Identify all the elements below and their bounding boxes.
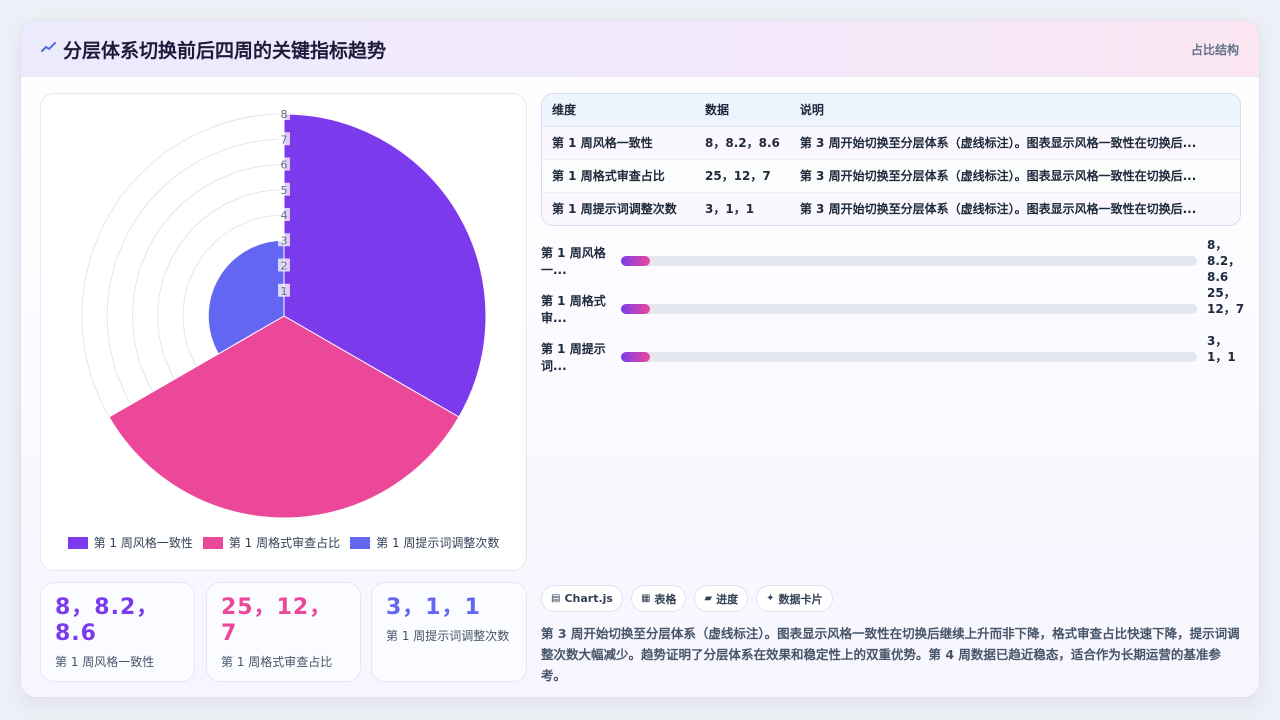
kpi-value: 3，1，1 — [386, 595, 481, 620]
chartjs-pill[interactable]: ▤ Chart.js — [541, 585, 623, 612]
tick-label: 7 — [281, 133, 288, 146]
summary-text: 第 3 周开始切换至分层体系（虚线标注）。图表显示风格一致性在切换后继续上升而非… — [541, 626, 1240, 683]
progress-fill — [621, 304, 650, 314]
progress-label: 第 1 周格式审... — [541, 294, 606, 325]
progress-track — [621, 352, 1197, 362]
table-row[interactable]: 第 1 周格式审查占比 25，12，7 第 3 周开始切换至分层体系（虚线标注）… — [542, 159, 1240, 193]
sparkle-icon: ✦ — [766, 593, 775, 604]
pill-label: 数据卡片 — [778, 592, 823, 606]
pill-label: 表格 — [654, 592, 677, 606]
polar-chart-panel: 1 2 3 4 5 6 7 8 第 1 周风格一致性 第 1 周格式审查占比 第 1 周提示词… — [40, 93, 527, 571]
pill-label: 进度 — [716, 592, 739, 606]
legend-swatch — [350, 536, 371, 549]
kpi-label: 第 1 周提示词调整次数 — [386, 629, 510, 643]
legend-label: 第 1 周风格一致性 — [93, 536, 193, 550]
kpi-card: 25，12，7 第 1 周格式审查占比 — [206, 582, 361, 682]
table-header-row: 维度 数据 说明 — [542, 94, 1240, 127]
table-cell: 8，8.2，8.6 — [695, 126, 790, 160]
polar-area-chart: 1 2 3 4 5 6 7 8 — [81, 107, 487, 519]
kpi-label: 第 1 周格式审查占比 — [221, 655, 333, 669]
kpi-card: 3，1，1 第 1 周提示词调整次数 — [371, 582, 527, 682]
chart-icon: ▤ — [551, 593, 561, 604]
table-icon: ▦ — [640, 593, 651, 604]
table-cell: 第 1 周风格一致性 — [542, 126, 695, 160]
view-pills: ▤ Chart.js ▦ 表格 ▰ 进度 ✦ 数据卡片 — [541, 585, 833, 612]
kpi-value: 25，12，7 — [221, 595, 333, 646]
progress-icon: ▰ — [704, 593, 713, 604]
progress-list: 第 1 周风格一... 8，8.2，8.6 第 1 周格式审... 25，12，… — [541, 238, 1244, 387]
legend-item[interactable]: 第 1 周格式审查占比 — [202, 534, 341, 551]
progress-track — [621, 304, 1197, 314]
table-cell: 25，12，7 — [695, 159, 790, 193]
legend-swatch — [67, 536, 88, 549]
structure-tag[interactable]: 占比结构 — [1191, 41, 1239, 58]
progress-label: 第 1 周风格一... — [541, 246, 606, 277]
column-header: 数据 — [695, 94, 790, 127]
pill-label: Chart.js — [564, 592, 613, 605]
progress-fill — [621, 352, 650, 362]
tick-label: 3 — [281, 234, 288, 247]
kpi-card: 8，8.2，8.6 第 1 周风格一致性 — [40, 582, 195, 682]
column-header: 说明 — [789, 94, 1240, 127]
table-cell: 第 3 周开始切换至分层体系（虚线标注）。图表显示风格一致性在切换后... — [799, 202, 1197, 217]
kpi-label: 第 1 周风格一致性 — [55, 655, 155, 669]
tick-label: 4 — [281, 209, 288, 222]
dashboard-card: 分层体系切换前后四周的关键指标趋势 占比结构 1 2 3 4 5 6 7 8 第 1 周风格一… — [20, 20, 1260, 698]
legend-swatch — [202, 536, 223, 549]
table-pill[interactable]: ▦ 表格 — [630, 585, 687, 612]
page-title: 分层体系切换前后四周的关键指标趋势 — [63, 40, 387, 62]
progress-value: 3，1，1 — [1207, 334, 1236, 364]
legend-item[interactable]: 第 1 周风格一致性 — [67, 534, 193, 551]
table-cell: 第 3 周开始切换至分层体系（虚线标注）。图表显示风格一致性在切换后... — [789, 159, 1240, 193]
legend-label: 第 1 周格式审查占比 — [228, 536, 341, 550]
progress-fill — [621, 256, 650, 266]
chart-spark-icon — [41, 42, 56, 52]
legend-label: 第 1 周提示词调整次数 — [376, 536, 500, 550]
table-cell: 3，1，1 — [705, 202, 755, 217]
data-table: 维度 数据 说明 第 1 周风格一致性 8，8.2，8.6 第 3 周开始切换至… — [541, 93, 1241, 226]
tick-label: 6 — [281, 159, 288, 172]
table-cell: 第 1 周格式审查占比 — [542, 159, 695, 193]
progress-track — [621, 256, 1197, 266]
table-row[interactable]: 第 1 周风格一致性 8，8.2，8.6 第 3 周开始切换至分层体系（虚线标注… — [542, 126, 1240, 160]
progress-row: 第 1 周格式审... 25，12，7 — [541, 286, 1244, 339]
table-row[interactable]: 第 1 周提示词调整次数 3，1，1 第 3 周开始切换至分层体系（虚线标注）。… — [542, 192, 1240, 225]
progress-pill[interactable]: ▰ 进度 — [694, 585, 749, 612]
progress-value: 25，12，7 — [1207, 286, 1245, 316]
progress-row: 第 1 周风格一... 8，8.2，8.6 — [541, 238, 1241, 291]
chart-legend: 第 1 周风格一致性 第 1 周格式审查占比 第 1 周提示词调整次数 — [41, 534, 526, 551]
legend-item[interactable]: 第 1 周提示词调整次数 — [350, 534, 499, 551]
tick-label: 8 — [281, 108, 288, 121]
header-bar: 分层体系切换前后四周的关键指标趋势 占比结构 — [21, 21, 1259, 77]
table-cell: 第 3 周开始切换至分层体系（虚线标注）。图表显示风格一致性在切换后... — [789, 126, 1240, 160]
progress-value: 8，8.2，8.6 — [1207, 238, 1241, 284]
tick-label: 2 — [281, 260, 288, 273]
progress-row: 第 1 周提示词... 3，1，1 — [541, 334, 1241, 387]
data-card-pill[interactable]: ✦ 数据卡片 — [756, 585, 833, 612]
column-header: 维度 — [542, 94, 695, 127]
kpi-value: 8，8.2，8.6 — [55, 595, 160, 646]
table-cell: 第 1 周提示词调整次数 — [552, 202, 677, 217]
progress-label: 第 1 周提示词... — [541, 342, 606, 373]
tick-label: 5 — [281, 184, 288, 197]
tick-label: 1 — [281, 285, 288, 298]
